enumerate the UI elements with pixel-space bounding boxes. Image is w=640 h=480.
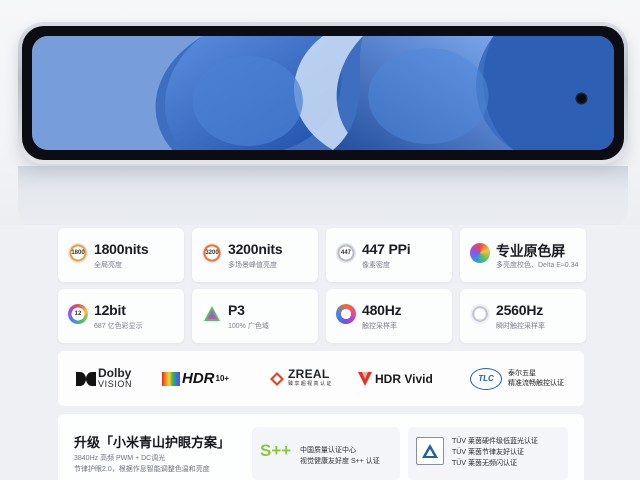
phone-wallpaper	[32, 36, 614, 150]
eye-care-panel: 升级「小米青山护眼方案」 3840Hz 高频 PWM + DC调光 节律护眼2.…	[58, 414, 584, 480]
color-calibration-icon	[470, 243, 490, 263]
spec-value: 12bit	[94, 302, 126, 318]
spec-caption: 多亮度校色、Delta E≈0.34	[496, 262, 579, 269]
phone-image	[18, 22, 628, 164]
brightness-1800-icon: 1800	[68, 243, 88, 263]
hdr10-suffix: 10+	[215, 374, 230, 383]
spec-value: P3	[228, 302, 245, 318]
tuv-rheinland-icon	[416, 437, 444, 465]
spec-caption: 像素密度	[362, 262, 390, 269]
p3-gamut-icon	[202, 304, 222, 324]
tlc-badge-icon: TLC	[470, 367, 502, 390]
hdr-spectrum-icon	[162, 371, 180, 386]
instant-touch-icon	[470, 304, 490, 324]
spec-card: 2560Hz 瞬时触控采样率	[460, 289, 586, 343]
spec-card: 12 12bit 687 亿色彩显示	[58, 289, 184, 343]
display-spec-grid: 1800 1800nits 全局亮度 3200 3200nits 多场景峰值亮度…	[58, 226, 586, 348]
spec-caption: 全局亮度	[94, 262, 122, 269]
tlc-line-1: 泰尔五星	[508, 369, 536, 377]
spec-caption: 瞬时触控采样率	[496, 323, 545, 330]
ppi-icon: 447	[336, 243, 356, 263]
tuv-line-2: TÜV 莱茵节律友好认证	[452, 449, 524, 456]
cqc-line-2: 视觉健康友好度 S++ 认证	[300, 458, 380, 465]
dolby-double-d-icon	[76, 371, 96, 386]
cqc-certification-card: S++ 中国质量认证中心 视觉健康友好度 S++ 认证	[252, 427, 400, 480]
hero-banner	[0, 0, 640, 225]
certification-logos: Dolby VISION HDR 10+ ZREAL 臻 享 超 视 真 认 证…	[58, 351, 584, 406]
spec-card: 1800 1800nits 全局亮度	[58, 228, 184, 282]
spec-caption: 触控采样率	[362, 323, 397, 330]
eye-care-rhythm-line: 节律护眼2.0，根据作息智能调整色温和亮度	[74, 466, 210, 473]
tuv-line-3: TÜV 莱茵无频闪认证	[452, 460, 517, 467]
zreal-wordmark: ZREAL	[288, 366, 330, 381]
dolby-vision-logo: Dolby VISION	[76, 351, 136, 406]
cqc-line-1: 中国质量认证中心	[300, 447, 356, 454]
zreal-logo: ZREAL 臻 享 超 视 真 认 证	[270, 351, 340, 406]
spec-card: 480Hz 触控采样率	[326, 289, 452, 343]
hdr10-plus-logo: HDR 10+	[162, 351, 242, 406]
spec-value: 2560Hz	[496, 302, 544, 318]
zreal-caption: 臻 享 超 视 真 认 证	[288, 380, 332, 387]
vision-wordmark: VISION	[98, 378, 133, 389]
bit-depth-icon: 12	[68, 304, 88, 324]
spec-caption: 多场景峰值亮度	[228, 262, 277, 269]
spec-card: P3 100% 广色域	[192, 289, 318, 343]
hdr-vivid-wordmark: HDR Vivid	[375, 371, 433, 386]
front-camera	[577, 94, 586, 103]
spec-caption: 687 亿色彩显示	[94, 323, 143, 330]
hdr-vivid-logo: HDR Vivid	[358, 351, 448, 406]
hdr-wordmark: HDR	[182, 370, 215, 387]
tlc-badge-text: TLC	[478, 374, 494, 383]
eye-care-title: 升级「小米青山护眼方案」	[74, 435, 231, 450]
hdr-vivid-icon	[358, 371, 372, 386]
dolby-wordmark: Dolby	[98, 365, 132, 380]
spec-value: 1800nits	[94, 241, 149, 257]
spec-card: 3200 3200nits 多场景峰值亮度	[192, 228, 318, 282]
spec-value: 447 PPi	[362, 241, 411, 257]
spec-value: 专业原色屏	[496, 243, 565, 259]
spec-card: 447 447 PPi 像素密度	[326, 228, 452, 282]
brightness-3200-icon: 3200	[202, 243, 222, 263]
spec-value: 3200nits	[228, 241, 283, 257]
touch-sampling-icon	[336, 304, 356, 324]
spec-value: 480Hz	[362, 302, 402, 318]
tuv-certification-card: TÜV 莱茵硬件级低蓝光认证 TÜV 莱茵节律友好认证 TÜV 莱茵无频闪认证	[408, 427, 568, 480]
wallpaper-art	[32, 36, 614, 150]
spec-caption: 100% 广色域	[228, 323, 269, 330]
tlc-line-2: 精准流畅触控认证	[508, 379, 564, 387]
spec-card: 专业原色屏 多亮度校色、Delta E≈0.34	[460, 228, 586, 282]
zreal-mark-icon	[270, 371, 284, 386]
eye-care-pwm-line: 3840Hz 高频 PWM + DC调光	[74, 455, 166, 462]
tlc-logo: TLC 泰尔五星 精准流畅触控认证	[470, 351, 580, 406]
tuv-line-1: TÜV 莱茵硬件级低蓝光认证	[452, 438, 538, 445]
s-plus-plus-mark: S++	[260, 441, 292, 460]
phone-reflection	[18, 166, 628, 225]
